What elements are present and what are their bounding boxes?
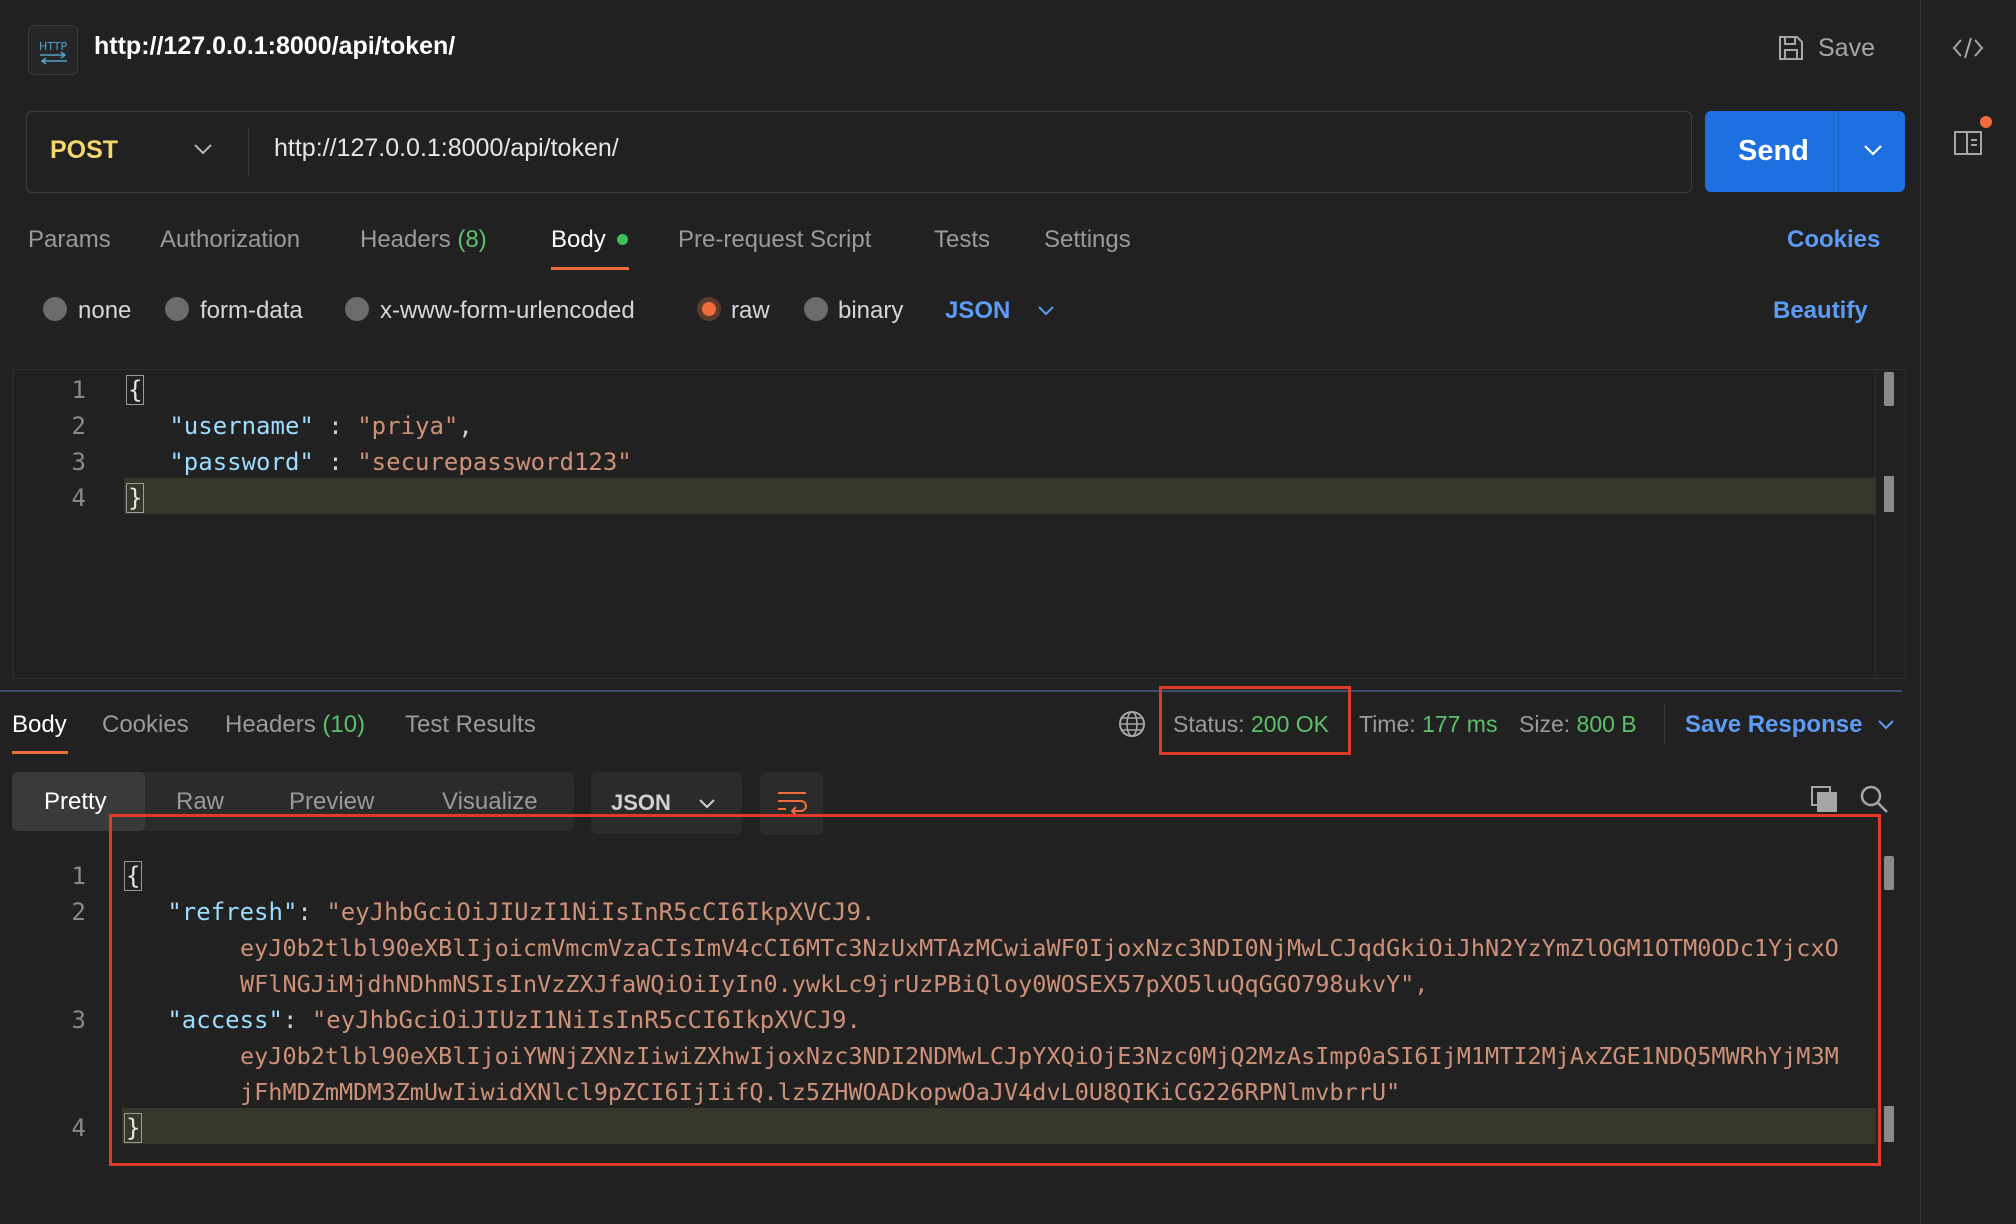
status-highlight-box xyxy=(1159,686,1351,755)
line-number: 2 xyxy=(71,898,86,926)
pane-divider[interactable] xyxy=(0,690,1902,692)
url-input[interactable]: http://127.0.0.1:8000/api/token/ xyxy=(274,134,619,163)
tab-params[interactable]: Params xyxy=(28,226,111,254)
editor-scroll-marker xyxy=(1884,476,1894,512)
response-scroll-thumb[interactable] xyxy=(1884,856,1894,890)
response-tab-cookies[interactable]: Cookies xyxy=(102,711,189,739)
response-tab-body[interactable]: Body xyxy=(12,711,67,739)
chevron-down-icon[interactable] xyxy=(1036,304,1056,322)
editor-scroll-thumb[interactable] xyxy=(1884,372,1894,406)
json-string: "priya" xyxy=(357,412,459,440)
radio-form-data-label[interactable]: form-data xyxy=(200,297,303,325)
send-separator xyxy=(1838,111,1839,192)
beautify-button[interactable]: Beautify xyxy=(1773,297,1868,325)
response-format-label[interactable]: JSON xyxy=(611,790,671,816)
save-response-button[interactable]: Save Response xyxy=(1685,711,1862,739)
http-icon: HTTP xyxy=(28,25,78,75)
chevron-down-icon[interactable] xyxy=(192,142,214,161)
code-line: "username" : "priya", xyxy=(169,412,473,440)
line-number: 1 xyxy=(71,862,86,890)
tab-settings[interactable]: Settings xyxy=(1044,226,1131,254)
json-key: "username" xyxy=(169,412,314,440)
radio-binary[interactable] xyxy=(804,297,828,321)
response-tab-headers[interactable]: Headers (10) xyxy=(225,711,365,739)
response-scroll-marker xyxy=(1884,1106,1894,1142)
request-title[interactable]: http://127.0.0.1:8000/api/token/ xyxy=(94,32,455,61)
chevron-down-icon[interactable] xyxy=(697,797,717,815)
line-number: 2 xyxy=(71,412,86,440)
time-label: Time: xyxy=(1359,711,1416,737)
json-string: "securepassword123" xyxy=(357,448,632,476)
chevron-down-icon[interactable] xyxy=(1876,718,1896,736)
line-number: 1 xyxy=(71,376,86,404)
body-modified-dot xyxy=(617,234,628,245)
size-indicator[interactable]: Size: 800 B xyxy=(1519,711,1637,738)
tab-authorization[interactable]: Authorization xyxy=(160,226,300,254)
save-label: Save xyxy=(1818,33,1875,62)
url-divider xyxy=(248,128,249,176)
radio-none[interactable] xyxy=(43,297,67,321)
svg-text:HTTP: HTTP xyxy=(39,40,68,53)
json-key: "password" xyxy=(169,448,314,476)
radio-none-label[interactable]: none xyxy=(78,297,131,325)
line-number: 4 xyxy=(71,1114,86,1142)
open-brace: { xyxy=(126,375,145,405)
editor-scrollbar[interactable] xyxy=(1875,369,1906,679)
code-icon[interactable] xyxy=(1950,30,1986,71)
view-mode-raw[interactable]: Raw xyxy=(176,788,224,816)
code-line: } xyxy=(126,483,145,513)
floppy-disk-icon xyxy=(1779,36,1803,60)
response-tab-headers-count: (10) xyxy=(322,711,366,738)
cookies-link[interactable]: Cookies xyxy=(1787,226,1880,254)
radio-raw-label[interactable]: raw xyxy=(731,297,770,325)
wrap-lines-icon xyxy=(778,792,807,816)
right-rail xyxy=(1920,0,2016,1224)
time-value: 177 ms xyxy=(1422,711,1498,737)
view-mode-visualize[interactable]: Visualize xyxy=(442,788,538,816)
line-number: 3 xyxy=(71,448,86,476)
code-line: { xyxy=(126,375,145,405)
line-number: 3 xyxy=(71,1006,86,1034)
size-value: 800 B xyxy=(1576,711,1637,737)
notification-dot xyxy=(1980,116,1992,128)
tab-headers-label: Headers xyxy=(360,226,451,253)
tab-prerequest-script[interactable]: Pre-request Script xyxy=(678,226,871,254)
send-options-chevron-icon[interactable] xyxy=(1862,143,1884,162)
send-label[interactable]: Send xyxy=(1738,135,1809,168)
save-button[interactable]: Save xyxy=(1776,28,1875,68)
method-select[interactable]: POST xyxy=(50,136,118,165)
tab-tests[interactable]: Tests xyxy=(934,226,990,254)
active-line-highlight xyxy=(124,478,1876,514)
line-number: 4 xyxy=(71,484,86,512)
code-line: "password" : "securepassword123" xyxy=(169,448,632,476)
response-highlight-box xyxy=(109,814,1881,1166)
response-tab-underline xyxy=(12,751,68,754)
radio-form-data[interactable] xyxy=(165,297,189,321)
view-mode-pretty[interactable]: Pretty xyxy=(44,788,107,816)
globe-icon[interactable] xyxy=(1117,709,1147,744)
tab-headers-count: (8) xyxy=(457,226,487,253)
body-format-select[interactable]: JSON xyxy=(945,297,1010,325)
size-label: Size: xyxy=(1519,711,1571,737)
time-indicator[interactable]: Time: 177 ms xyxy=(1359,711,1497,738)
radio-raw[interactable] xyxy=(697,297,721,321)
tab-body[interactable]: Body xyxy=(551,226,606,254)
radio-binary-label[interactable]: binary xyxy=(838,297,903,325)
radio-urlencoded-label[interactable]: x-www-form-urlencoded xyxy=(380,297,635,325)
meta-divider xyxy=(1664,704,1665,744)
tab-body-underline xyxy=(551,267,629,270)
view-mode-preview[interactable]: Preview xyxy=(289,788,374,816)
documentation-icon[interactable] xyxy=(1952,126,1986,165)
close-brace: } xyxy=(126,483,145,513)
tab-headers[interactable]: Headers (8) xyxy=(360,226,487,254)
response-tab-test-results[interactable]: Test Results xyxy=(405,711,536,739)
radio-urlencoded[interactable] xyxy=(345,297,369,321)
response-tab-headers-label: Headers xyxy=(225,711,316,738)
